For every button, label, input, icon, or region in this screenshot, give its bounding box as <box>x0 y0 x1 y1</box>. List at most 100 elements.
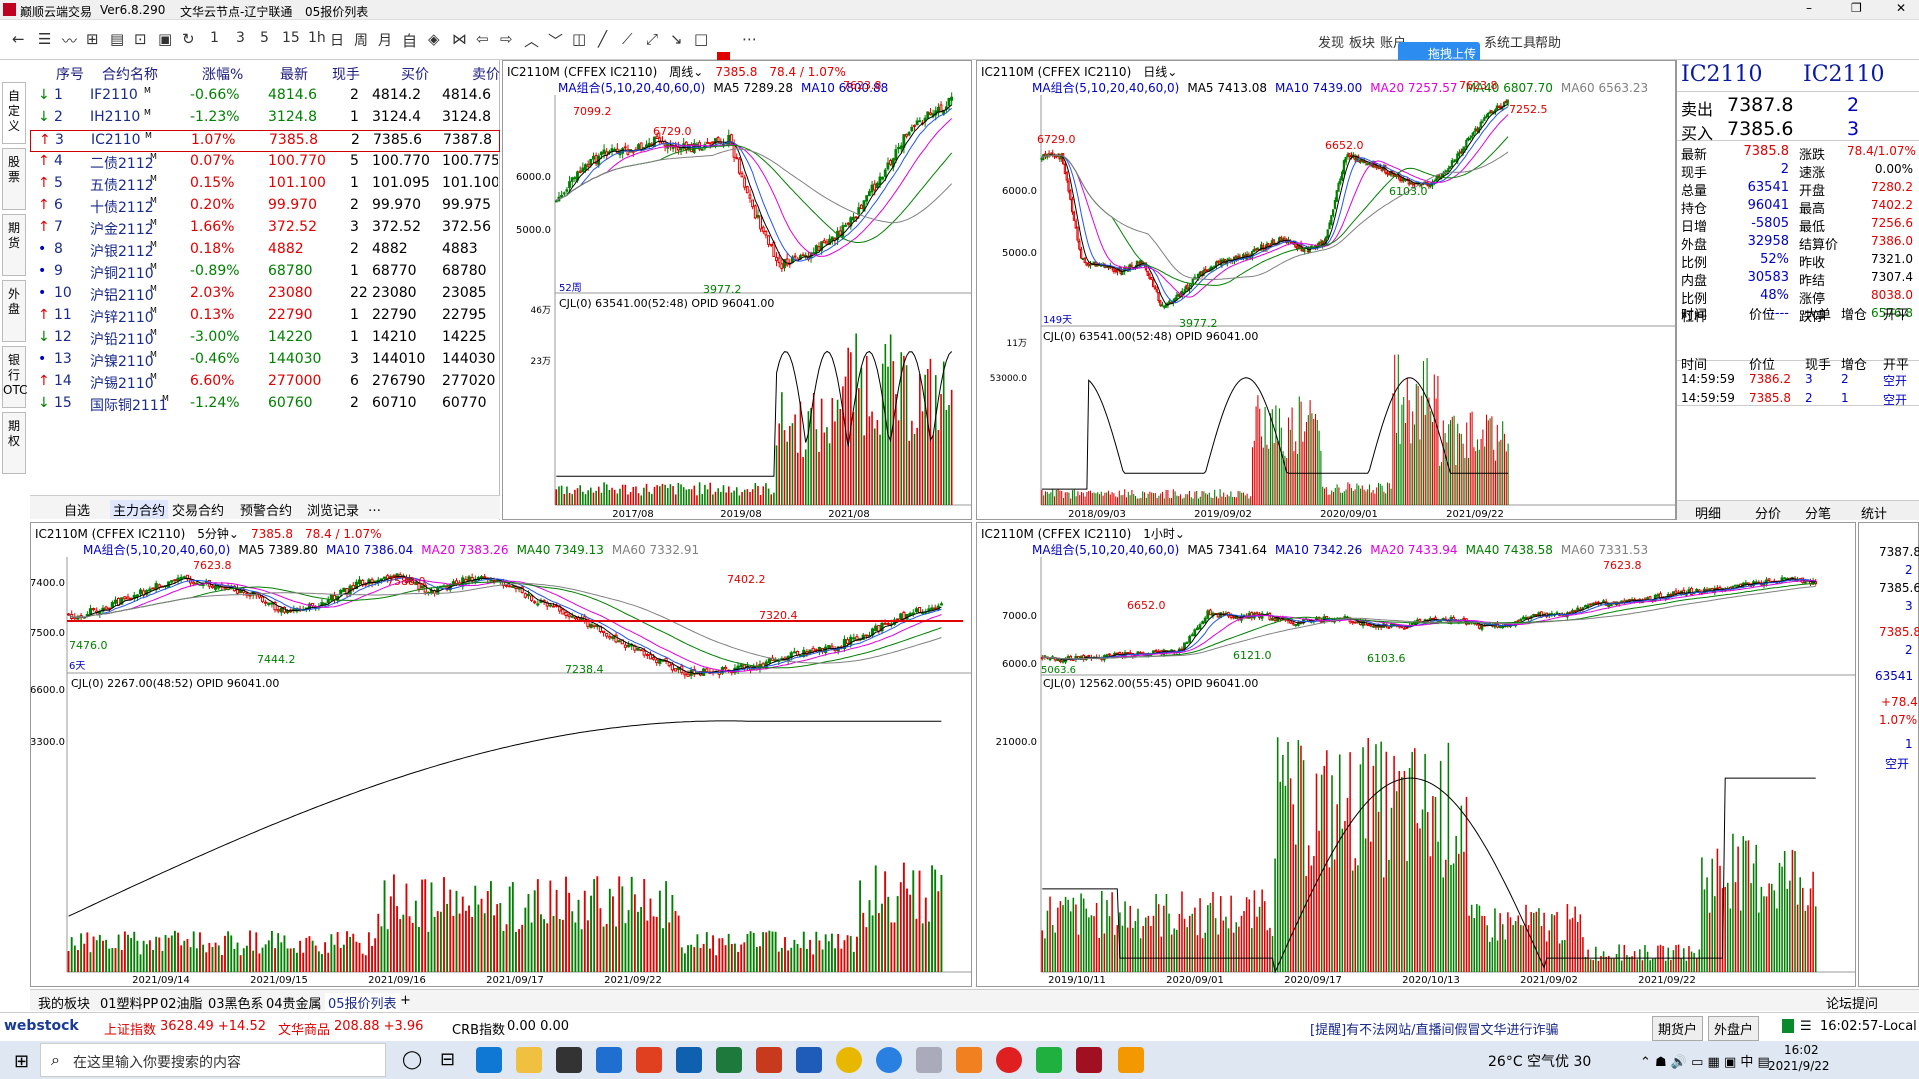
period-3m[interactable]: 3 <box>236 30 245 46</box>
candle-icon[interactable]: ⊞ <box>86 30 99 48</box>
col-last[interactable]: 最新 <box>280 64 308 84</box>
col-name[interactable]: 合约名称 <box>102 64 158 84</box>
quote-row[interactable]: • 10 沪铝2110 2.03% 23080 22 23080 23085 M <box>30 284 500 306</box>
sheet-plastic[interactable]: 01塑料PP <box>100 993 158 1012</box>
sheet-oils[interactable]: 02油脂 <box>160 993 203 1012</box>
quote-tab-favorites[interactable]: 自选 <box>64 500 90 519</box>
quote-row[interactable]: ↑ 3 IC2110 1.07% 7385.8 2 7385.6 7387.8 M <box>30 130 500 152</box>
quote-row[interactable]: ↓ 15 国际铜2111 -1.24% 60760 2 60710 60770 M <box>30 394 500 416</box>
task-view-icon[interactable]: ◯ <box>402 1049 422 1070</box>
info-tab-stats[interactable]: 统计 <box>1861 503 1887 522</box>
arrow-left-icon[interactable]: ⇦ <box>476 30 489 48</box>
period-1h[interactable]: 1h <box>308 30 326 46</box>
period-15m[interactable]: 15 <box>282 30 300 46</box>
minimize-icon[interactable]: – <box>1806 1 1812 15</box>
zoom-out-icon[interactable]: ﹀ <box>548 30 563 51</box>
self-icon[interactable]: 自 <box>402 30 417 51</box>
col-bid[interactable]: 买价 <box>401 64 429 84</box>
word-icon[interactable] <box>796 1047 822 1073</box>
wechat-icon[interactable] <box>1036 1047 1062 1073</box>
quote-row[interactable]: ↑ 6 十债2112 0.20% 99.970 2 99.970 99.975 M <box>30 196 500 218</box>
quote-row[interactable]: ↓ 12 沪铅2110 -3.00% 14220 1 14210 14225 M <box>30 328 500 350</box>
arrow-tool-icon[interactable]: ↘ <box>670 30 683 48</box>
tab-bank-otc[interactable]: 银行OTC <box>2 346 27 408</box>
quote-tab-alerts[interactable]: 预警合约 <box>240 500 292 519</box>
quote-row[interactable]: ↑ 5 五债2112 0.15% 101.100 1 101.095 101.100 M <box>30 174 500 196</box>
futures-account-button[interactable]: 期货户 <box>1652 1016 1704 1041</box>
quote-row[interactable]: ↑ 11 沪锌2110 0.13% 22790 1 22790 22795 M <box>30 306 500 328</box>
quote-tab-history[interactable]: 浏览记录 <box>307 500 359 519</box>
wenhua-icon[interactable] <box>1076 1047 1102 1073</box>
back-icon[interactable]: ← <box>12 30 25 48</box>
restore-icon[interactable]: ❐ <box>1851 1 1862 15</box>
more-icon[interactable]: ⋯ <box>742 30 757 48</box>
quote-row[interactable]: ↓ 1 IF2110 -0.66% 4814.6 2 4814.2 4814.6 M <box>30 86 500 108</box>
f10-icon[interactable]: ⊡ <box>134 30 147 48</box>
windows-start-icon[interactable]: ⊞ <box>14 1051 29 1072</box>
info-tab-price[interactable]: 分价 <box>1755 503 1781 522</box>
store-icon[interactable] <box>556 1047 582 1073</box>
chrome-icon[interactable] <box>836 1047 862 1073</box>
buy-price[interactable]: 7385.6 <box>1727 118 1793 140</box>
tool-icon[interactable] <box>916 1047 942 1073</box>
quote-row[interactable]: • 9 沪铜2110 -0.89% 68780 1 68770 68780 M <box>30 262 500 284</box>
sheet-add[interactable]: + <box>400 993 411 1008</box>
hour1-chart-panel[interactable]: IC2110M (CFFEX IC2110) 1小时⌄ MA组合(5,10,20… <box>976 522 1856 987</box>
edge-icon[interactable] <box>476 1047 502 1073</box>
quote-icon[interactable]: ▤ <box>110 30 124 48</box>
line-tool-icon[interactable]: ╱ <box>598 30 607 48</box>
browser-icon[interactable] <box>876 1047 902 1073</box>
taskbar-search[interactable]: ⌕ 在这里输入你要搜索的内容 <box>40 1043 386 1077</box>
active-app-icon[interactable] <box>1118 1047 1144 1073</box>
foreign-account-button[interactable]: 外盘户 <box>1708 1016 1760 1041</box>
quote-row[interactable]: • 8 沪银2112 0.18% 4882 2 4882 4883 M <box>30 240 500 262</box>
period-day[interactable]: 日 <box>330 30 344 50</box>
office-icon[interactable] <box>636 1047 662 1073</box>
explorer-icon[interactable] <box>516 1047 542 1073</box>
segment-tool-icon[interactable]: ⤢ <box>646 30 658 48</box>
tab-stocks[interactable]: 股票 <box>2 148 26 210</box>
bowtie-icon[interactable]: ⋈ <box>452 30 467 48</box>
ray-tool-icon[interactable]: ⟋ <box>622 30 633 48</box>
tab-futures[interactable]: 期货 <box>2 214 26 276</box>
col-ask[interactable]: 卖价 <box>472 64 500 84</box>
rect-tool-icon[interactable]: □ <box>694 30 708 48</box>
col-no[interactable]: 序号 <box>56 64 84 84</box>
col-change[interactable]: 涨幅% <box>202 64 243 84</box>
tab-foreign[interactable]: 外盘 <box>2 280 26 342</box>
save-icon[interactable]: ▣ <box>158 30 172 48</box>
menu-system-tools[interactable]: 系统工具 <box>1484 32 1536 51</box>
daily-chart-panel[interactable]: IC2110M (CFFEX IC2110) 日线⌄ MA组合(5,10,20,… <box>976 60 1676 520</box>
close-icon[interactable]: ✕ <box>1896 1 1906 15</box>
app-blue-icon[interactable] <box>676 1047 702 1073</box>
tab-options[interactable]: 期权 <box>2 412 26 474</box>
excel-icon[interactable] <box>716 1047 742 1073</box>
tray-icons[interactable]: ⌃ ☗ 🔊 ▭ ▦ ▣ 中 ▤ <box>1640 1051 1770 1070</box>
period-week[interactable]: 周 <box>354 30 368 50</box>
info-tab-ticks[interactable]: 分笔 <box>1805 503 1831 522</box>
period-5m[interactable]: 5 <box>260 30 269 46</box>
mail-icon[interactable] <box>596 1047 622 1073</box>
capture-icon[interactable] <box>956 1047 982 1073</box>
diamond-icon[interactable]: ◈ <box>428 30 440 48</box>
quote-row[interactable]: ↑ 7 沪金2112 1.66% 372.52 3 372.52 372.56 M <box>30 218 500 240</box>
quote-row[interactable]: ↓ 2 IH2110 -1.23% 3124.8 1 3124.4 3124.8 M <box>30 108 500 130</box>
min5-chart-panel[interactable]: IC2110M (CFFEX IC2110) 5分钟⌄ 7385.8 78.4 … <box>30 522 972 987</box>
tab-custom[interactable]: 自定义 <box>2 82 26 144</box>
arrow-right-icon[interactable]: ⇨ <box>500 30 513 48</box>
fraud-notice[interactable]: [提醒]有不法网站/直播间假冒文华进行诈骗 <box>1310 1019 1559 1038</box>
weather-text[interactable]: 26°C 空气优 30 <box>1488 1051 1591 1071</box>
quote-tab-main[interactable]: 主力合约 <box>110 500 169 519</box>
list-icon[interactable]: ☰ <box>38 30 51 48</box>
menu-discover[interactable]: 发现 <box>1318 32 1344 51</box>
period-month[interactable]: 月 <box>378 30 392 50</box>
chart-icon[interactable]: 〰 <box>62 30 77 51</box>
quote-tab-trading[interactable]: 交易合约 <box>172 500 224 519</box>
widgets-icon[interactable]: ⊟ <box>440 1049 455 1070</box>
sheet-my-sectors[interactable]: 我的板块 <box>38 993 90 1012</box>
quote-tab-more[interactable]: … <box>368 500 381 515</box>
refresh-icon[interactable]: ↻ <box>182 30 195 48</box>
menu-help[interactable]: 帮助 <box>1535 32 1561 51</box>
info-tab-detail[interactable]: 明细 <box>1695 503 1721 522</box>
powerpoint-icon[interactable] <box>756 1047 782 1073</box>
